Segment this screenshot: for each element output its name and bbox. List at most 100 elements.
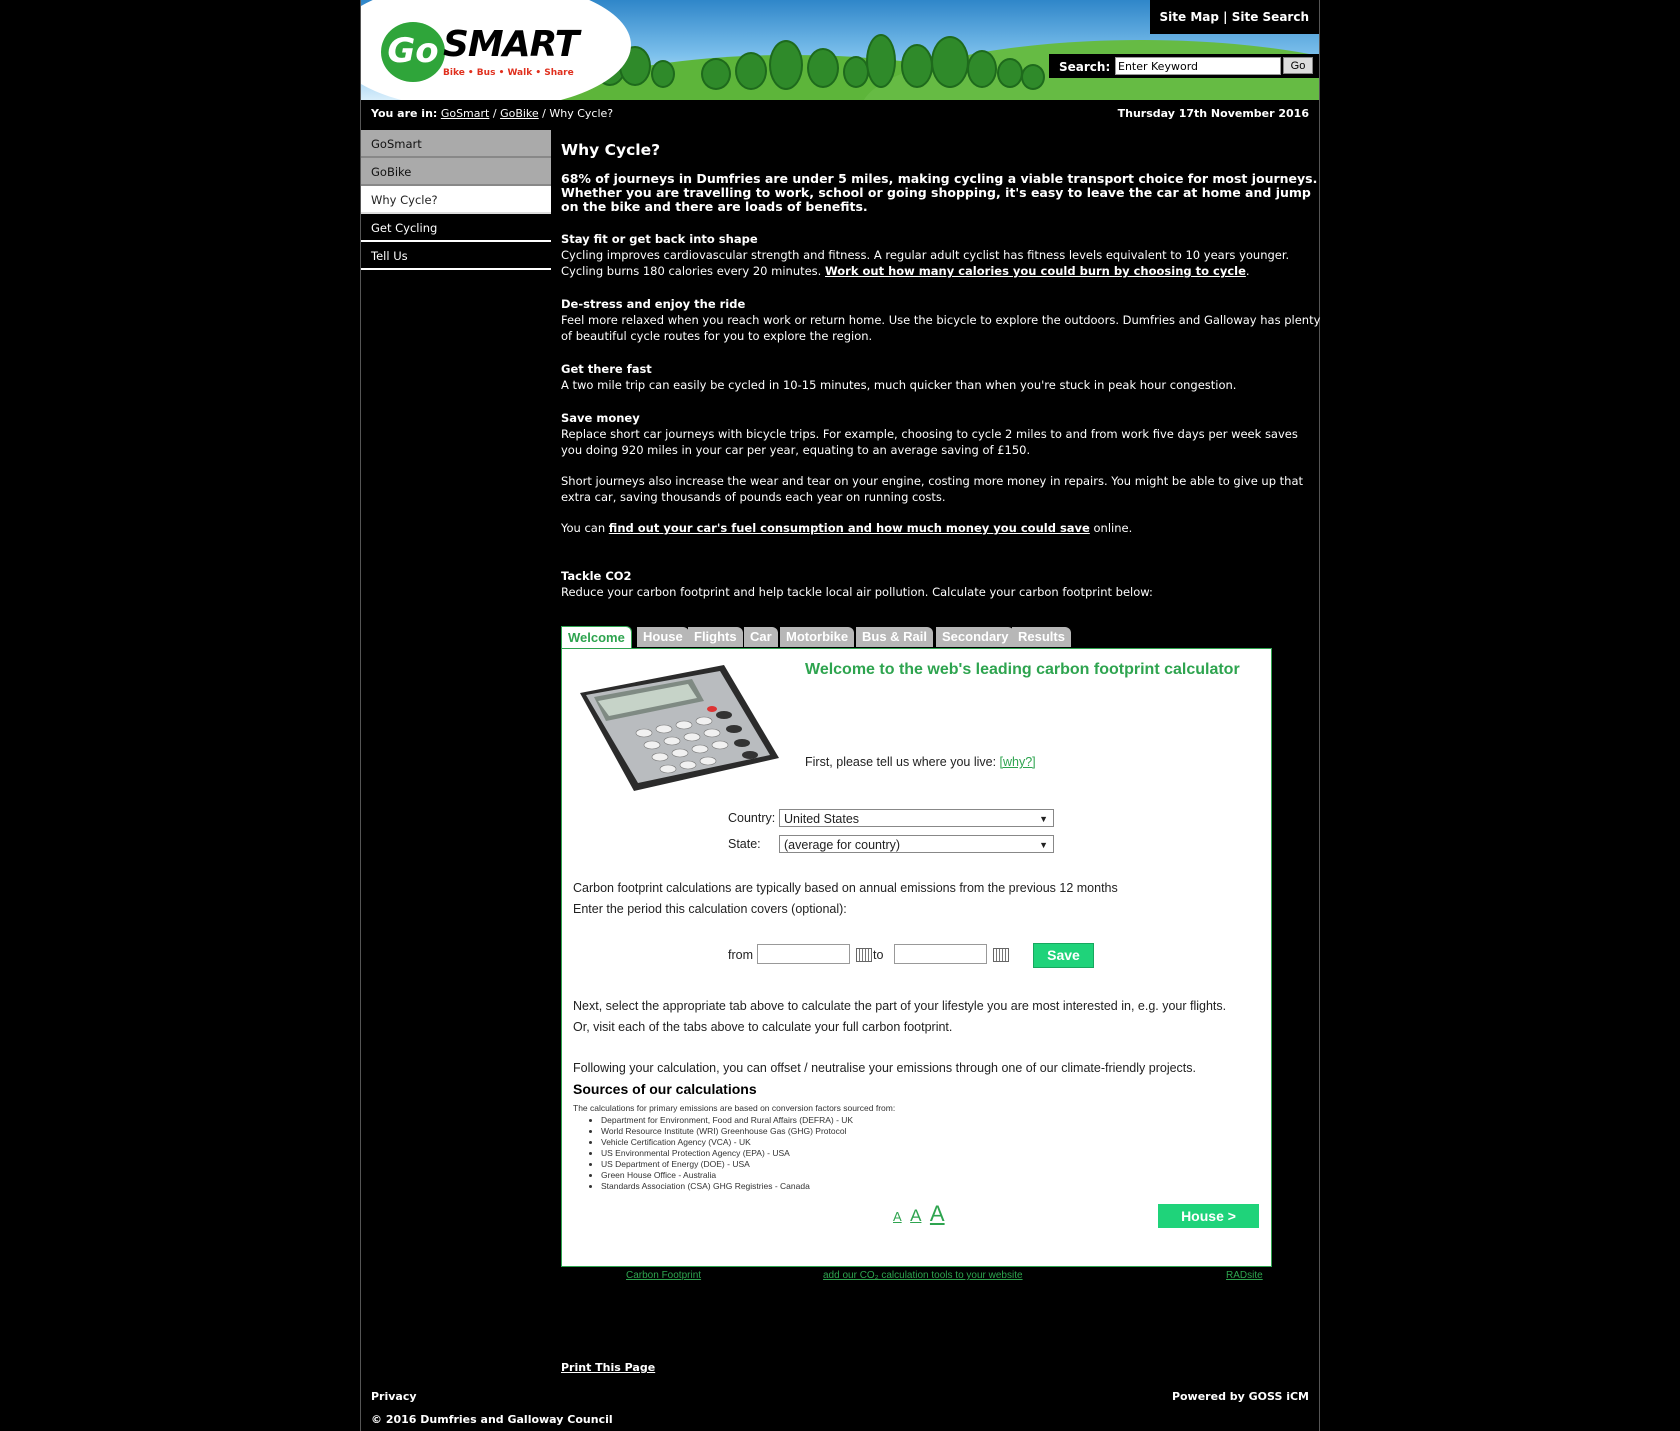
tree-graphic [769,40,803,90]
tab-results[interactable]: Results [1012,627,1071,647]
tree-graphic [967,50,997,88]
tab-secondary[interactable]: Secondary [936,627,1015,647]
logo-go[interactable]: Go [381,22,445,82]
font-size-controls: A A A [893,1201,949,1227]
intro-text: 68% of journeys in Dumfries are under 5 … [561,171,1318,214]
carbon-footprint-link[interactable]: Carbon Footprint [626,1270,701,1281]
search-go-button[interactable]: Go [1283,57,1313,74]
country-label: Country: [728,811,776,825]
sidebar-nav: GoSmart GoBike Why Cycle? Get Cycling Te… [361,130,551,270]
section-text: Cycling improves cardiovascular strength… [561,248,1290,278]
tree-graphic [651,60,675,88]
carbon-calculator: Welcome House Flights Car Motorbike Bus … [561,624,1272,1267]
font-medium-button[interactable]: A [910,1206,921,1225]
breadcrumb-sep: / [492,107,497,120]
tab-welcome[interactable]: Welcome [561,626,632,649]
tree-graphic [807,48,839,88]
source-item: World Resource Institute (WRI) Greenhous… [601,1126,853,1137]
print-page-link[interactable]: Print This Page [561,1361,655,1374]
radsite-link[interactable]: RADsite [1226,1270,1263,1281]
welcome-title: Welcome to the web's leading carbon foot… [805,661,1240,678]
chevron-down-icon: ▼ [1039,814,1048,824]
tab-flights[interactable]: Flights [688,627,743,647]
tree-graphic [701,58,731,90]
link-separator: | [1223,10,1228,24]
section-title: Save money [561,411,640,425]
tree-graphic [866,34,896,88]
breadcrumb-gobike[interactable]: GoBike [500,107,539,120]
font-large-button[interactable]: A [930,1201,945,1226]
country-select[interactable]: United States ▼ [779,809,1054,827]
period-text: Enter the period this calculation covers… [573,902,847,916]
section-title: Tackle CO2 [561,569,632,583]
source-item: US Environmental Protection Agency (EPA)… [601,1148,853,1159]
calendar-icon[interactable] [856,948,872,962]
logo-tagline: Bike • Bus • Walk • Share [443,68,574,78]
section-text: You can find out your car's fuel consump… [561,520,1321,536]
page-title: Why Cycle? [561,141,661,159]
section-title: Stay fit or get back into shape [561,232,758,246]
next-text: Next, select the appropriate tab above t… [573,999,1227,1013]
state-label: State: [728,837,761,851]
calories-link[interactable]: Work out how many calories you could bur… [825,264,1246,278]
section-text-pre: You can [561,521,609,535]
to-date-input[interactable] [894,944,987,964]
sidebar-item-gosmart[interactable]: GoSmart [361,130,551,158]
section-text: Feel more relaxed when you reach work or… [561,313,1321,343]
sidebar-item-why-cycle[interactable]: Why Cycle? [361,186,551,214]
from-label: from [728,948,753,962]
search-input[interactable] [1115,57,1281,75]
sources-intro: The calculations for primary emissions a… [573,1103,896,1113]
search-box: Search: Go [1049,54,1319,78]
why-link[interactable]: [why?] [1000,755,1036,769]
calculator-tabs: Welcome House Flights Car Motorbike Bus … [561,624,1272,649]
tab-house[interactable]: House [637,627,689,647]
breadcrumb: You are in: GoSmart / GoBike / Why Cycle… [371,107,613,120]
save-button[interactable]: Save [1033,943,1094,968]
tab-motorbike[interactable]: Motorbike [780,627,855,647]
sources-list: Department for Environment, Food and Rur… [591,1115,853,1192]
where-text: First, please tell us where you live: [805,755,1000,769]
tree-graphic [1021,64,1045,90]
site-header: Go SMART Bike • Bus • Walk • Share Site … [361,0,1319,100]
from-date-input[interactable] [757,944,850,964]
calc-tools-link[interactable]: add our CO₂ calculation tools to your we… [823,1270,1023,1281]
tab-car[interactable]: Car [744,627,778,647]
source-item: Vehicle Certification Agency (VCA) - UK [601,1137,853,1148]
fuel-consumption-link[interactable]: find out your car's fuel consumption and… [609,521,1090,535]
breadcrumb-prefix: You are in: [371,107,438,120]
privacy-link[interactable]: Privacy [371,1390,417,1403]
chevron-down-icon: ▼ [1039,840,1048,850]
page-container: Go SMART Bike • Bus • Walk • Share Site … [360,0,1320,1431]
tree-graphic [931,36,969,88]
sidebar-item-tell-us[interactable]: Tell Us [361,242,551,270]
sources-title: Sources of our calculations [573,1081,757,1097]
section-text: Reduce your carbon footprint and help ta… [561,585,1153,599]
calendar-icon[interactable] [993,948,1009,962]
font-small-button[interactable]: A [893,1209,902,1224]
breadcrumb-sep: / [542,107,546,120]
source-item: Standards Association (CSA) GHG Registri… [601,1181,853,1192]
current-date: Thursday 17th November 2016 [1117,107,1309,120]
house-next-button[interactable]: House > [1158,1204,1259,1228]
calculator-image [580,665,779,791]
tree-graphic [997,58,1023,88]
sidebar-item-gobike[interactable]: GoBike [361,158,551,186]
offset-text: Following your calculation, you can offs… [573,1061,1196,1075]
logo-smart[interactable]: SMART [443,24,579,65]
top-links: Site Map | Site Search [1149,0,1319,34]
section-text-post: online. [1089,521,1133,535]
source-item: Green House Office - Australia [601,1170,853,1181]
section-text: A two mile trip can easily be cycled in … [561,378,1237,392]
sitemap-link[interactable]: Site Map [1160,10,1219,24]
sitesearch-link[interactable]: Site Search [1232,10,1309,24]
state-select[interactable]: (average for country) ▼ [779,835,1054,853]
tree-graphic [901,44,933,88]
next-text: Or, visit each of the tabs above to calc… [573,1020,953,1034]
calculator-panel: Welcome to the web's leading carbon foot… [561,648,1272,1267]
breadcrumb-gosmart[interactable]: GoSmart [441,107,490,120]
country-value: United States [784,812,860,826]
tab-bus-rail[interactable]: Bus & Rail [856,627,934,647]
period-text: Carbon footprint calculations are typica… [573,881,1118,895]
sidebar-item-get-cycling[interactable]: Get Cycling [361,214,551,242]
